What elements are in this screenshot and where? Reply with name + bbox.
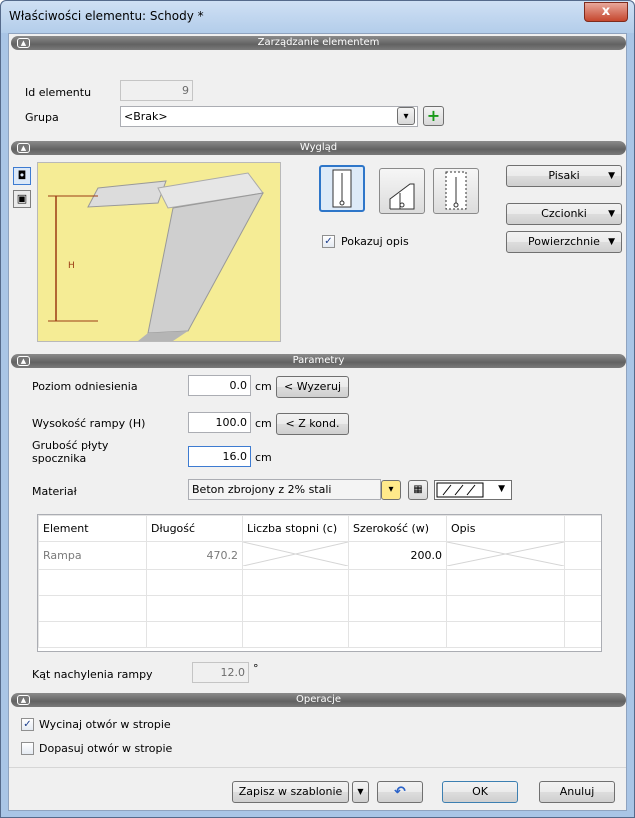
table-header-row: Element Długość Liczba stopni (c) Szerok…: [38, 515, 601, 542]
table-row[interactable]: Rampa 470.2 200.0: [38, 541, 601, 570]
stair-type-ramp-button[interactable]: [379, 168, 425, 214]
ramp-illustration: H: [38, 163, 280, 341]
height-label: Wysokość rampy (H): [32, 417, 146, 430]
stair-preview-image: H: [37, 162, 281, 342]
3d-view-icon[interactable]: ▣: [13, 190, 31, 208]
pens-dropdown[interactable]: Pisaki ▼: [506, 165, 622, 187]
section-title: Wygląd: [299, 142, 338, 153]
stair-type-dashed-button[interactable]: [433, 168, 479, 214]
dialog-client: ▲ Zarządzanie elementem Id elementu 9 Gr…: [8, 33, 627, 811]
group-field[interactable]: <Brak>: [120, 106, 418, 127]
group-dropdown-icon[interactable]: ▾: [397, 107, 415, 125]
section-title: Operacje: [295, 694, 342, 705]
show-desc-checkbox[interactable]: ✓: [322, 235, 335, 248]
material-library-icon[interactable]: ▾: [381, 480, 401, 500]
dropdown-arrow-icon: ▼: [498, 484, 505, 494]
material-properties-icon[interactable]: ▦: [408, 480, 428, 500]
slope-unit: °: [253, 662, 259, 675]
fit-opening-label: Dopasuj otwór w stropie: [39, 742, 173, 755]
stair-ramp-icon: [389, 183, 415, 210]
table-row: [38, 595, 601, 622]
undo-icon[interactable]: ↶: [377, 781, 423, 803]
table-row: [38, 621, 601, 648]
thickness-unit: cm: [255, 451, 272, 464]
header-width[interactable]: Szerokość (w): [348, 515, 447, 542]
camera-view-icon[interactable]: ◘: [13, 167, 31, 185]
fit-opening-checkbox[interactable]: [21, 742, 34, 755]
section-header-operations[interactable]: ▲ Operacje: [11, 693, 626, 707]
reset-button[interactable]: < Wyzeruj: [276, 376, 349, 398]
collapse-icon[interactable]: ▲: [17, 143, 30, 153]
title-bar[interactable]: Właściwości elementu: Schody * x: [1, 1, 634, 33]
dialog-window: Właściwości elementu: Schody * x ▲ Zarzą…: [0, 0, 635, 818]
stair-straight-icon: [332, 169, 352, 208]
thickness-input[interactable]: 16.0: [188, 446, 251, 467]
cut-opening-checkbox[interactable]: ✓: [21, 718, 34, 731]
save-template-dropdown-icon[interactable]: ▼: [352, 781, 369, 803]
save-template-button[interactable]: Zapisz w szablonie: [232, 781, 349, 803]
stair-type-straight-button[interactable]: [319, 165, 365, 212]
surfaces-label: Powierzchnie: [528, 235, 600, 248]
thickness-label-1: Grubość płyty: [32, 439, 109, 452]
table-row: [38, 569, 601, 596]
height-unit: cm: [255, 417, 272, 430]
section-title: Parametry: [292, 355, 345, 366]
id-field: 9: [120, 80, 193, 101]
cell-element[interactable]: Rampa: [38, 541, 147, 570]
collapse-icon[interactable]: ▲: [17, 38, 30, 48]
dropdown-arrow-icon: ▼: [608, 237, 615, 247]
thickness-label-2: spocznika: [32, 452, 87, 465]
header-element[interactable]: Element: [38, 515, 147, 542]
pens-label: Pisaki: [548, 169, 580, 182]
surfaces-dropdown[interactable]: Powierzchnie ▼: [506, 231, 622, 253]
collapse-icon[interactable]: ▲: [17, 695, 30, 705]
dropdown-arrow-icon: ▼: [608, 171, 615, 181]
level-label: Poziom odniesienia: [32, 380, 138, 393]
id-label: Id elementu: [25, 86, 92, 99]
material-field[interactable]: Beton zbrojony z 2% stali: [188, 479, 381, 500]
fonts-label: Czcionki: [541, 207, 587, 220]
level-input[interactable]: 0.0: [188, 375, 251, 396]
from-storey-button[interactable]: < Z kond.: [276, 413, 349, 435]
group-label: Grupa: [25, 111, 59, 124]
cell-empty: [564, 541, 601, 570]
cell-length[interactable]: 470.2: [146, 541, 243, 570]
collapse-icon[interactable]: ▲: [17, 356, 30, 366]
add-group-icon[interactable]: +: [423, 106, 444, 126]
cell-width[interactable]: 200.0: [348, 541, 447, 570]
slope-label: Kąt nachylenia rampy: [32, 668, 153, 681]
elements-table[interactable]: Element Długość Liczba stopni (c) Szerok…: [37, 514, 602, 652]
cancel-button[interactable]: Anuluj: [539, 781, 615, 803]
show-desc-label: Pokazuj opis: [341, 235, 409, 248]
dropdown-arrow-icon: ▼: [608, 209, 615, 219]
height-input[interactable]: 100.0: [188, 412, 251, 433]
cell-steps-disabled: [242, 541, 349, 570]
window-title: Właściwości elementu: Schody *: [9, 9, 204, 23]
hatch-pattern-icon: [436, 482, 484, 498]
section-header-appearance[interactable]: ▲ Wygląd: [11, 141, 626, 155]
ok-button[interactable]: OK: [442, 781, 518, 803]
hatch-pattern-select[interactable]: ▼: [434, 480, 512, 500]
close-button[interactable]: x: [584, 2, 628, 22]
cell-desc-disabled: [446, 541, 565, 570]
section-header-parameters[interactable]: ▲ Parametry: [11, 354, 626, 368]
section-title: Zarządzanie elementem: [257, 37, 380, 48]
stair-dashed-icon: [445, 171, 467, 210]
fonts-dropdown[interactable]: Czcionki ▼: [506, 203, 622, 225]
header-empty: [564, 515, 601, 542]
slope-field: 12.0: [192, 662, 249, 683]
material-label: Materiał: [32, 485, 77, 498]
header-length[interactable]: Długość: [146, 515, 243, 542]
preview-h-label: H: [68, 261, 75, 271]
header-description[interactable]: Opis: [446, 515, 565, 542]
header-steps[interactable]: Liczba stopni (c): [242, 515, 349, 542]
section-header-management[interactable]: ▲ Zarządzanie elementem: [11, 36, 626, 50]
level-unit: cm: [255, 380, 272, 393]
cut-opening-label: Wycinaj otwór w stropie: [39, 718, 171, 731]
